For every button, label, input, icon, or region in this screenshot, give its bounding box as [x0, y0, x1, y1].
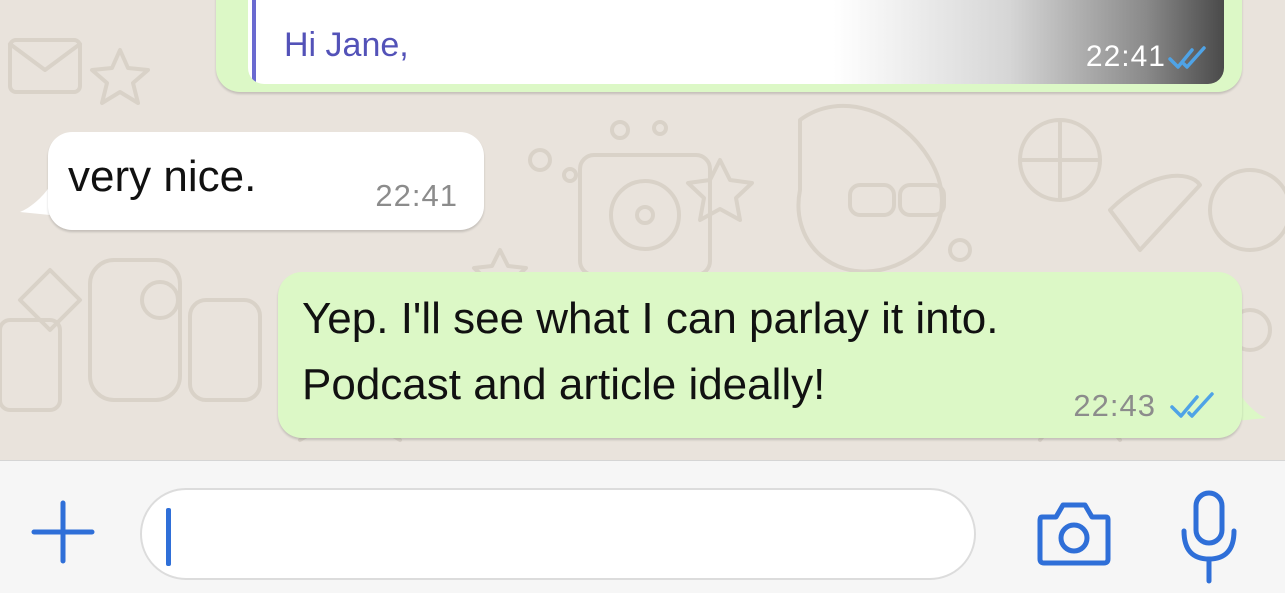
message-time: 22:41	[375, 178, 458, 213]
message-input[interactable]	[140, 488, 976, 580]
read-ticks-icon	[1168, 46, 1206, 69]
quote-bar	[252, 0, 256, 84]
text-cursor	[166, 508, 171, 566]
microphone-icon[interactable]	[1178, 489, 1240, 585]
message-time: 22:41	[1085, 40, 1166, 73]
plus-icon[interactable]	[30, 499, 96, 565]
quoted-message-bubble[interactable]: Hi Jane, 22:41	[216, 0, 1242, 92]
message-text: Yep. I'll see what I can parlay it into.…	[302, 286, 999, 418]
message-line: Yep. I'll see what I can parlay it into.	[302, 294, 999, 343]
message-line: Podcast and article ideally!	[302, 360, 826, 409]
message-text: very nice.	[68, 152, 257, 201]
message-input-bar	[0, 460, 1285, 593]
quoted-message-text: Hi Jane,	[284, 26, 409, 64]
quoted-message[interactable]: Hi Jane, 22:41	[248, 0, 1224, 84]
chat-area: Hi Jane, 22:41 very nice. 22:41 Yep. I'l…	[0, 0, 1285, 460]
incoming-message-bubble[interactable]: very nice. 22:41	[48, 132, 484, 230]
camera-icon[interactable]	[1036, 497, 1112, 567]
message-time: 22:43	[1073, 388, 1156, 423]
outgoing-message-bubble[interactable]: Yep. I'll see what I can parlay it into.…	[278, 272, 1242, 438]
read-ticks-icon	[1170, 392, 1214, 418]
